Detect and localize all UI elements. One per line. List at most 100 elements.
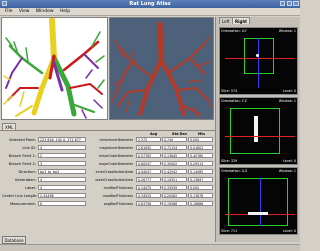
menu-file[interactable]: File bbox=[5, 8, 13, 16]
database-button[interactable]: Database bbox=[2, 236, 26, 244]
window-menu-icon[interactable] bbox=[2, 1, 7, 6]
stat-name: minorOuterDiameter bbox=[98, 153, 133, 158]
stats-header-avg: Avg bbox=[150, 132, 158, 136]
stat-value[interactable]: 0.20062 bbox=[162, 193, 187, 198]
slice-view-yz-window: Window: 1 bbox=[278, 99, 296, 103]
stats-header-min: Min bbox=[198, 132, 205, 136]
tab-left[interactable]: Left bbox=[219, 17, 233, 24]
window-title: Rat Lung Atlas bbox=[129, 1, 171, 7]
stat-name: outerCrossSectionArea bbox=[95, 177, 133, 182]
field-value[interactable]: bp1_to_bp2 bbox=[38, 169, 86, 174]
stat-value[interactable]: 0.744 bbox=[162, 137, 187, 142]
slice-view-xy-level: Level: 0 bbox=[283, 89, 296, 93]
minimize-icon[interactable] bbox=[280, 1, 285, 6]
stat-value[interactable]: 0.60547 bbox=[136, 161, 161, 166]
stat-value[interactable]: 0.14085 bbox=[188, 169, 213, 174]
maximize-icon[interactable] bbox=[287, 1, 292, 6]
slice-view-xy-title: Orientation: X-Y bbox=[221, 29, 247, 33]
airway-longitudinal bbox=[254, 116, 258, 142]
stat-value[interactable]: 0.14475 bbox=[136, 185, 161, 190]
stat-value[interactable]: 0.13878 bbox=[188, 193, 213, 198]
stat-value[interactable]: 0.42542 bbox=[162, 169, 187, 174]
slice-view-xz-title: Orientation: X-Z bbox=[221, 169, 248, 173]
menu-window[interactable]: Window bbox=[36, 8, 54, 16]
slice-view-yz[interactable]: Orientation: Y-Z Window: 1 Slice: 329 Le… bbox=[219, 97, 298, 165]
stat-value[interactable]: 0.13897 bbox=[188, 177, 213, 182]
stat-value[interactable]: 0.13645 bbox=[162, 153, 187, 158]
slice-view-xz-level: Level: 0 bbox=[283, 229, 296, 233]
slice-view-yz-level: Level: 0 bbox=[283, 159, 296, 163]
stat-value[interactable]: 0.26777 bbox=[136, 177, 161, 182]
slice-view-yz-title: Orientation: Y-Z bbox=[221, 99, 247, 103]
crosshair-horizontal bbox=[225, 58, 295, 59]
field-value[interactable]: 2 bbox=[38, 153, 86, 158]
stat-value[interactable]: 0.000 bbox=[188, 137, 213, 142]
slice-panel: Left Right Orientation: X-Y Window: 1 Sl… bbox=[215, 17, 300, 242]
airway-cross-section bbox=[256, 54, 259, 57]
stat-value[interactable]: 0.19321 bbox=[162, 177, 187, 182]
airway-longitudinal bbox=[248, 212, 268, 215]
field-value[interactable]: 0 bbox=[38, 201, 86, 206]
window-title-bar[interactable]: Rat Lung Atlas bbox=[0, 0, 300, 8]
field-label: Generation: bbox=[14, 177, 36, 182]
field-value[interactable]: 4 bbox=[38, 185, 86, 190]
details-panel: XML Avg Std Dev Min Selected Point: 223 8… bbox=[0, 123, 215, 239]
stat-value[interactable]: 0.33559 bbox=[162, 185, 187, 190]
close-icon[interactable] bbox=[293, 1, 299, 6]
stat-name: majorOuterDiameter bbox=[98, 161, 133, 166]
field-value[interactable]: 4 bbox=[38, 177, 86, 182]
airway-3d-view-surface[interactable] bbox=[109, 17, 214, 120]
stat-value[interactable]: 0.40780 bbox=[188, 153, 213, 158]
stat-value[interactable]: 2.372 bbox=[136, 137, 161, 142]
slice-view-xz-slice: Slice: 711 bbox=[221, 229, 238, 233]
menu-view[interactable]: View bbox=[19, 8, 30, 16]
stat-value[interactable]: 0.72124 bbox=[162, 145, 187, 150]
stat-value[interactable]: 0.29513 bbox=[188, 161, 213, 166]
menu-help[interactable]: Help bbox=[60, 8, 70, 16]
stat-value[interactable]: 2.61092 bbox=[136, 145, 161, 150]
stat-value[interactable]: 0.34525 bbox=[136, 193, 161, 198]
tab-divider bbox=[0, 130, 215, 131]
field-label: Measurement: bbox=[10, 201, 36, 206]
status-bar bbox=[0, 244, 300, 251]
stat-name: innerCrossSectionArea bbox=[95, 169, 133, 174]
field-label: Direction: bbox=[18, 169, 36, 174]
slice-view-xy-window: Window: 1 bbox=[278, 29, 296, 33]
stat-value[interactable]: 0.30002 bbox=[162, 161, 187, 166]
field-value[interactable]: 2.34498 bbox=[38, 193, 86, 198]
stat-name: majorInnerDiameter bbox=[99, 145, 133, 150]
field-label: Label: bbox=[25, 185, 36, 190]
crosshair-vertical bbox=[258, 38, 259, 88]
stat-value[interactable]: 0.19566 bbox=[162, 201, 187, 206]
stat-value[interactable]: 0.01802 bbox=[188, 145, 213, 150]
field-value[interactable]: 223 816, 192 0, 372 877 bbox=[38, 137, 86, 142]
stat-value[interactable]: 0.000 bbox=[188, 185, 213, 190]
slice-view-xy[interactable]: Orientation: X-Y Window: 1 Slice: 574 Le… bbox=[219, 27, 298, 95]
tab-xml[interactable]: XML bbox=[2, 123, 17, 130]
stat-value[interactable]: 0.16866 bbox=[188, 201, 213, 206]
field-label: Center Line Length: bbox=[2, 193, 38, 198]
field-label: Selected Point: bbox=[9, 137, 36, 142]
stat-name: minWallThickness bbox=[103, 185, 133, 190]
stat-value[interactable]: 0.57763 bbox=[136, 153, 161, 158]
menu-bar: File View Window Help bbox=[0, 8, 300, 16]
slice-view-xy-slice: Slice: 574 bbox=[221, 89, 238, 93]
crosshair-horizontal bbox=[225, 136, 295, 137]
slice-view-xz[interactable]: Orientation: X-Z Window: 1 Slice: 711 Le… bbox=[219, 167, 298, 235]
stat-value[interactable]: 0.63756 bbox=[136, 201, 161, 206]
slice-view-xz-window: Window: 1 bbox=[278, 169, 296, 173]
stat-name: minorInnerDiameter bbox=[99, 137, 133, 142]
stat-name: avgWallThickness bbox=[103, 201, 133, 206]
stats-header-stddev: Std Dev bbox=[172, 132, 187, 136]
tab-right[interactable]: Right bbox=[232, 17, 251, 24]
field-label: Link ID: bbox=[22, 145, 36, 150]
field-label: Branch Point 1: bbox=[8, 153, 36, 158]
slice-view-xy-region bbox=[244, 38, 274, 74]
airway-3d-view-colored[interactable] bbox=[1, 17, 108, 120]
airway-tree-surface-image bbox=[111, 21, 213, 119]
stat-value[interactable]: 4.94047 bbox=[136, 169, 161, 174]
field-value[interactable]: 3 bbox=[38, 161, 86, 166]
crosshair-vertical bbox=[260, 178, 261, 226]
field-value[interactable]: 4 bbox=[38, 145, 86, 150]
slice-view-xz-region bbox=[228, 178, 288, 226]
